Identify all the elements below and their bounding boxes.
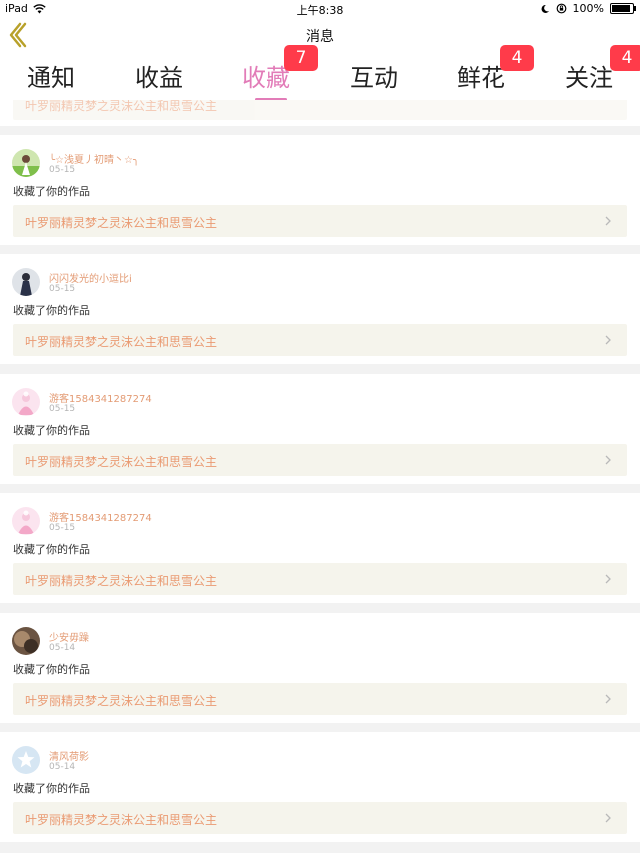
chevron-right-icon [605,694,611,704]
list-item: ╰☆浅夏丿初晴丶☆╮ 05-15 收藏了你的作品叶罗丽精灵梦之灵沫公主和思雪公主 [0,135,640,245]
status-bar: iPad 上午8:38 100% [0,0,640,18]
tab-label: 收藏 [242,64,290,92]
tab-label: 关注 [565,64,613,92]
page-title: 消息 [306,29,334,45]
battery-level-fill [612,5,630,12]
tab-label: 收益 [135,64,183,92]
tab-earnings[interactable]: 收益 [114,58,204,98]
work-link[interactable]: 叶罗丽精灵梦之灵沫公主和思雪公主 [13,683,627,715]
moon-icon [541,4,549,13]
username[interactable]: 游客1584341287274 [49,390,152,405]
username[interactable]: 清风荷影 [49,748,89,763]
action-text: 收藏了你的作品 [13,424,90,437]
list-item: 闪闪发光的小逗比i 05-15 收藏了你的作品叶罗丽精灵梦之灵沫公主和思雪公主 [0,254,640,364]
chevron-right-icon [605,455,611,465]
chevron-right-icon [605,574,611,584]
username[interactable]: 游客1584341287274 [49,509,152,524]
list-item: 清风荷影 05-14 收藏了你的作品叶罗丽精灵梦之灵沫公主和思雪公主 [0,732,640,842]
favorites-count-badge: 7 [284,45,318,71]
avatar[interactable] [12,746,40,774]
work-title: 叶罗丽精灵梦之灵沫公主和思雪公主 [25,694,218,708]
timestamp: 05-15 [49,165,76,175]
work-title: 叶罗丽精灵梦之灵沫公主和思雪公主 [25,574,218,588]
avatar[interactable] [12,627,40,655]
timestamp: 05-14 [49,643,76,653]
work-title: 叶罗丽精灵梦之灵沫公主和思雪公主 [25,216,218,230]
work-title: 叶罗丽精灵梦之灵沫公主和思雪公主 [25,813,218,827]
battery-icon [610,3,636,14]
tab-label: 通知 [27,64,75,92]
timestamp: 05-15 [49,523,76,533]
tab-label: 鲜花 [457,64,505,92]
avatar[interactable] [12,388,40,416]
list-item: 游客1584341287274 05-15 收藏了你的作品叶罗丽精灵梦之灵沫公主和思… [0,493,640,603]
list-item: 叶罗丽精灵梦之灵沫公主和思雪公主 [0,100,640,126]
avatar[interactable] [12,268,40,296]
following-count-badge: 4 [610,45,640,71]
work-title: 叶罗丽精灵梦之灵沫公主和思雪公主 [25,335,218,349]
chevron-right-icon [605,216,611,226]
action-text: 收藏了你的作品 [13,304,90,317]
timestamp: 05-15 [49,284,76,294]
chevron-right-icon [605,335,611,345]
action-text: 收藏了你的作品 [13,663,90,676]
action-text: 收藏了你的作品 [13,185,90,198]
username[interactable]: 闪闪发光的小逗比i [49,270,132,285]
tab-bar: 通知 收益 收藏 互动 鲜花 关注 [0,52,640,101]
work-title: 叶罗丽精灵梦之灵沫公主和思雪公主 [25,455,218,469]
username[interactable]: ╰☆浅夏丿初晴丶☆╮ [49,151,139,166]
username[interactable]: 少安毋躁 [49,629,89,644]
work-link[interactable]: 叶罗丽精灵梦之灵沫公主和思雪公主 [13,444,627,476]
action-text: 收藏了你的作品 [13,782,90,795]
tab-label: 互动 [350,64,398,92]
tab-interactions[interactable]: 互动 [329,58,419,98]
work-link[interactable]: 叶罗丽精灵梦之灵沫公主和思雪公主 [13,100,627,120]
work-link[interactable]: 叶罗丽精灵梦之灵沫公主和思雪公主 [13,802,627,834]
action-text: 收藏了你的作品 [13,543,90,556]
work-link[interactable]: 叶罗丽精灵梦之灵沫公主和思雪公主 [13,205,627,237]
nav-bar: 消息 [0,18,640,52]
work-link[interactable]: 叶罗丽精灵梦之灵沫公主和思雪公主 [13,324,627,356]
avatar[interactable] [12,507,40,535]
chevron-right-icon [605,813,611,823]
tab-notifications[interactable]: 通知 [6,58,96,98]
avatar[interactable] [12,149,40,177]
battery-percent: 100% [572,2,604,15]
list-item: 游客1584341287274 05-15 收藏了你的作品叶罗丽精灵梦之灵沫公主和思… [0,374,640,484]
list-item: 少安毋躁 05-14 收藏了你的作品叶罗丽精灵梦之灵沫公主和思雪公主 [0,613,640,723]
timestamp: 05-14 [49,762,76,772]
favorites-list[interactable]: 叶罗丽精灵梦之灵沫公主和思雪公主 ╰☆浅夏丿初晴丶☆╮ 05-15 收藏了你的作品叶… [0,100,640,853]
timestamp: 05-15 [49,404,76,414]
flowers-count-badge: 4 [500,45,534,71]
work-title: 叶罗丽精灵梦之灵沫公主和思雪公主 [25,100,218,113]
rotation-lock-icon [556,3,566,14]
work-link[interactable]: 叶罗丽精灵梦之灵沫公主和思雪公主 [13,563,627,595]
